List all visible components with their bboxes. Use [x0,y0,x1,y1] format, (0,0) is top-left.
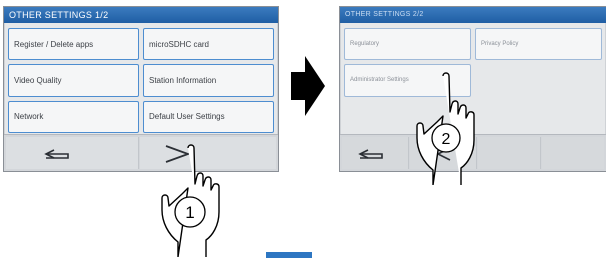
next-step-arrow-icon [291,56,325,116]
step-number: 1 [185,203,194,222]
register-delete-apps-button[interactable]: Register / Delete apps [8,28,139,61]
back-arrow-icon [44,149,69,159]
back-button[interactable] [342,137,409,169]
privacy-policy-button[interactable]: Privacy Policy [475,28,602,61]
nav-slot [478,137,541,169]
back-arrow-icon [358,149,383,159]
microsdhc-card-button[interactable]: microSDHC card [143,28,274,61]
default-user-settings-button[interactable]: Default User Settings [143,100,274,133]
pointing-hand-icon: 1 [150,142,236,257]
step-number: 2 [442,131,451,148]
blue-tab-marker [266,252,312,258]
back-button[interactable] [6,137,139,169]
settings-button-grid: Register / Delete apps microSDHC card Vi… [8,28,274,133]
video-quality-button[interactable]: Video Quality [8,64,139,97]
empty-slot [475,64,602,96]
empty-slot [475,101,602,133]
pointing-hand-icon: 2 [413,70,485,185]
screen-title: OTHER SETTINGS 2/2 [340,7,606,23]
station-information-button[interactable]: Station Information [143,64,274,97]
nav-slot [542,137,604,169]
regulatory-button[interactable]: Regulatory [344,28,471,61]
network-button[interactable]: Network [8,100,139,133]
screen-title: OTHER SETTINGS 1/2 [4,7,278,23]
settings-screen-page-1: OTHER SETTINGS 1/2 Register / Delete app… [3,6,279,172]
bottom-nav-bar [4,134,278,171]
